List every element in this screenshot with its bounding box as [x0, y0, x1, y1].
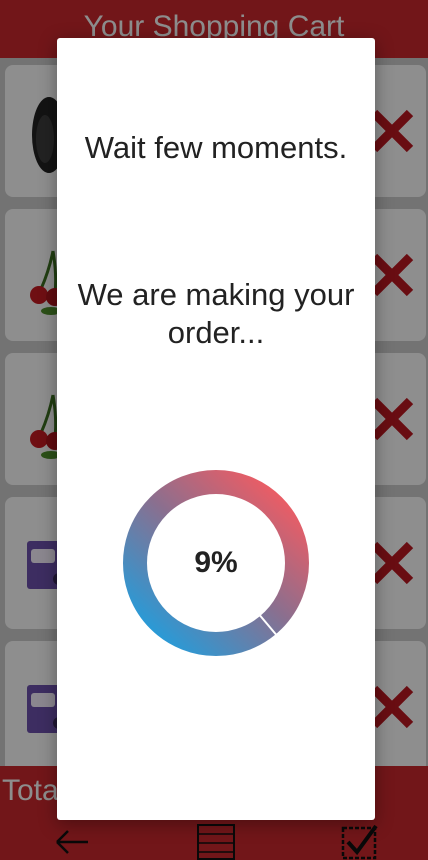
order-progress-dialog: Wait few moments. We are making your ord… — [57, 38, 375, 820]
order-status-message: We are making your order... — [77, 277, 355, 350]
progress-percent: 9% — [194, 546, 238, 579]
wait-message: Wait few moments. — [84, 130, 348, 165]
progress-ring: 9% — [123, 470, 309, 656]
